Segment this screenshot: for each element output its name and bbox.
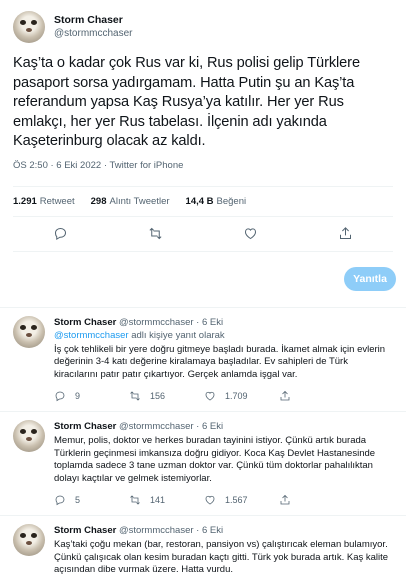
retweet-count[interactable]: 156 [129, 390, 204, 402]
reply-text: Memur, polis, doktor ve herkes buradan t… [54, 435, 376, 484]
reply-icon [55, 391, 65, 402]
reply-text: İş çok tehlikeli bir yere doğru gitmeye … [54, 343, 386, 380]
like-count[interactable]: 1.567 [204, 494, 279, 506]
heart-icon[interactable] [241, 224, 261, 244]
avatar[interactable] [13, 524, 45, 556]
reply-tweet[interactable]: Storm Chaser @stormmcchaser · 6 Eki Kaş’… [0, 516, 406, 577]
stat-quotes-value: 298 [90, 195, 107, 207]
reply-compose-bar: Yanıtla [0, 252, 406, 308]
reply-count[interactable]: 5 [54, 494, 129, 506]
reply-author-name[interactable]: Storm Chaser [54, 421, 116, 432]
stat-likes-value: 14,4 B [185, 195, 214, 207]
reply-icon [55, 495, 65, 506]
tweet-stats: 1.291 Retweet 298 Alıntı Tweetler 14,4 B Be… [13, 185, 393, 216]
tweet-text: Kaş’ta o kadar çok Rus var ki, Rus polis… [13, 55, 360, 149]
heart-icon [205, 495, 215, 505]
replying-to-link[interactable]: @stormmcchaser [54, 330, 129, 341]
reply-icon[interactable] [51, 224, 71, 244]
retweet-count-value: 156 [150, 391, 166, 401]
reply-content: Storm Chaser @stormmcchaser · 6 Eki @sto… [54, 316, 393, 412]
share-action[interactable] [279, 390, 354, 402]
tweet-timestamp[interactable]: ÖS 2:50 · 6 Eki 2022 · Twitter for iPhon… [13, 160, 393, 174]
reply-content: Storm Chaser @stormmcchaser · 6 Eki Memu… [54, 420, 393, 515]
avatar[interactable] [13, 315, 45, 348]
share-icon [280, 390, 290, 401]
reply-header: Storm Chaser @stormmcchaser · 6 Eki [54, 420, 393, 433]
reply-header: Storm Chaser @stormmcchaser · 6 Eki [54, 316, 393, 329]
reply-header: Storm Chaser @stormmcchaser · 6 Eki [54, 524, 393, 537]
stat-quotes-label: Alıntı Tweetler [109, 195, 170, 207]
replying-to-text: adlı kişiye yanıt olarak [128, 329, 225, 341]
like-count-value: 1.567 [225, 495, 248, 505]
reply-count-value: 5 [75, 495, 81, 505]
stat-likes[interactable]: 14,4 B Beğeni [186, 196, 247, 207]
replying-to: @stormmcchaser adlı kişiye yanıt olarak [54, 329, 393, 342]
like-count[interactable]: 1.709 [204, 390, 279, 402]
author-handle[interactable]: @stormmcchaser [54, 27, 133, 41]
avatar[interactable] [13, 11, 45, 43]
reply-button[interactable]: Yanıtla [344, 267, 396, 291]
share-icon [280, 494, 290, 505]
stat-likes-label: Beğeni [216, 195, 247, 207]
avatar[interactable] [13, 420, 45, 452]
share-icon[interactable] [336, 224, 356, 244]
tweet-actions [13, 215, 393, 252]
author-row: Storm Chaser @stormmcchaser [13, 8, 393, 46]
author-name[interactable]: Storm Chaser [54, 13, 133, 27]
retweet-icon[interactable] [146, 224, 166, 244]
reply-content: Storm Chaser @stormmcchaser · 6 Eki Kaş’… [54, 524, 393, 577]
stat-quotes[interactable]: 298 Alıntı Tweetler [91, 196, 170, 207]
reply-meta[interactable]: @stormmcchaser · 6 Eki [119, 421, 223, 432]
reply-meta[interactable]: @stormmcchaser · 6 Eki [119, 525, 223, 536]
retweet-count[interactable]: 141 [129, 494, 204, 506]
reply-meta[interactable]: @stormmcchaser · 6 Eki [119, 317, 223, 328]
stat-retweets-value: 1.291 [13, 195, 37, 207]
reply-actions: 5 141 1.567 [54, 485, 393, 515]
share-action[interactable] [279, 494, 354, 506]
author-names: Storm Chaser @stormmcchaser [54, 13, 133, 41]
main-tweet: Storm Chaser @stormmcchaser Kaş’ta o kad… [0, 0, 406, 308]
retweet-icon [130, 391, 140, 401]
reply-count[interactable]: 9 [54, 390, 129, 402]
reply-count-value: 9 [75, 391, 81, 401]
reply-text: Kaş’taki çoğu mekan (bar, restoran, pans… [54, 539, 389, 575]
reply-author-name[interactable]: Storm Chaser [54, 525, 116, 536]
reply-actions: 9 156 1.709 [54, 381, 393, 411]
stat-retweets[interactable]: 1.291 Retweet [13, 196, 75, 207]
reply-author-name[interactable]: Storm Chaser [54, 317, 116, 328]
like-count-value: 1.709 [225, 391, 248, 401]
heart-icon [205, 391, 215, 401]
reply-tweet[interactable]: Storm Chaser @stormmcchaser · 6 Eki @sto… [0, 308, 406, 412]
reply-tweet[interactable]: Storm Chaser @stormmcchaser · 6 Eki Memu… [0, 412, 406, 516]
retweet-icon [130, 495, 140, 505]
retweet-count-value: 141 [150, 495, 166, 505]
stat-retweets-label: Retweet [39, 195, 75, 207]
